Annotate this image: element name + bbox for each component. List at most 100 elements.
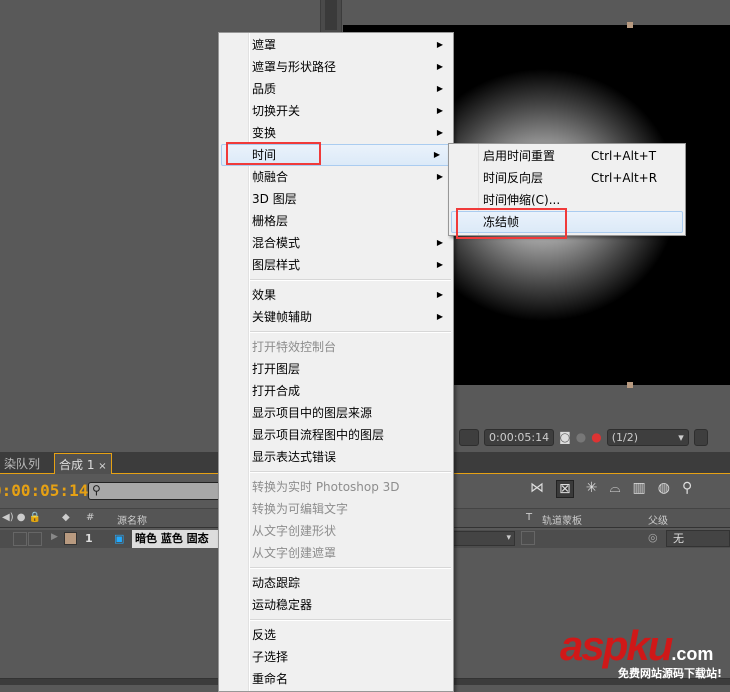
submenu-arrow-icon: ▶ — [436, 312, 443, 321]
label-tag-icon: ◆ — [62, 512, 70, 523]
menu-item[interactable]: 混合模式 ▶ — [219, 232, 453, 254]
menu-item-label: 3D 图层 — [252, 192, 297, 206]
menu-item[interactable]: 显示表达式错误 — [219, 446, 453, 468]
menu-item[interactable]: 帧融合 ▶ — [219, 166, 453, 188]
menu-item: 打开特效控制台 — [219, 336, 453, 358]
live-update-icon[interactable]: ⊠ — [556, 480, 574, 498]
menu-item[interactable]: 重命名 — [219, 668, 453, 690]
close-icon[interactable]: × — [98, 461, 106, 472]
menu-item[interactable]: 图层样式 ▶ — [219, 254, 453, 276]
menu-item[interactable]: 3D 图层 — [219, 188, 453, 210]
menu-item-label: 效果 — [252, 288, 277, 302]
menu-item[interactable]: 打开合成 — [219, 380, 453, 402]
menu-item-label: 重命名 — [252, 672, 289, 686]
menu-item[interactable]: 关键帧辅助 ▶ — [219, 306, 453, 328]
tab-label: 合成 1 — [59, 458, 95, 472]
viewer-timecode[interactable]: 0:00:05:14 — [484, 428, 555, 446]
hide-shy-icon[interactable]: ⌓ — [609, 480, 620, 498]
draft-3d-icon[interactable]: ✳ — [586, 480, 598, 498]
column-source-name[interactable]: 源名称 — [117, 512, 147, 527]
menu-item[interactable]: 运动稳定器 — [219, 594, 453, 616]
menu-item[interactable]: 显示项目中的图层来源 — [219, 402, 453, 424]
column-number[interactable]: # — [86, 512, 94, 523]
region-of-interest-icon[interactable] — [459, 428, 479, 446]
lock-checkbox[interactable] — [28, 532, 42, 546]
layer-search-input[interactable]: ⚲ — [88, 482, 228, 500]
resolution-value: (1/2) — [611, 430, 639, 444]
menu-item-label: 关键帧辅助 — [252, 310, 313, 324]
graph-editor-icon[interactable]: ⚲ — [682, 480, 692, 498]
menu-item-time-reverse-layer[interactable]: 时间反向层 Ctrl+Alt+R — [449, 167, 685, 189]
frame-blending-icon[interactable]: ▥ — [633, 480, 646, 498]
menu-item[interactable]: 反选 — [219, 624, 453, 646]
menu-item[interactable]: 子选择 — [219, 646, 453, 668]
menu-item[interactable]: 切换开关 ▶ — [219, 100, 453, 122]
search-icon: ⚲ — [92, 483, 101, 497]
menu-item[interactable]: 动态跟踪 — [219, 572, 453, 594]
menu-item-label: 转换为可编辑文字 — [252, 502, 349, 516]
submenu-arrow-icon: ▶ — [436, 106, 443, 115]
parent-select[interactable]: 无 — [666, 530, 730, 547]
shortcut: Ctrl+Alt+R — [591, 171, 658, 185]
timeline-switches: ⋈ ⊠ ✳ ⌓ ▥ ◍ ⚲ — [530, 480, 692, 498]
color-channels-icon[interactable]: ● — [591, 430, 601, 444]
menu-item-enable-time-remap[interactable]: 启用时间重置 Ctrl+Alt+T — [449, 145, 685, 167]
menu-item-label: 动态跟踪 — [252, 576, 301, 590]
submenu-arrow-icon: ▶ — [436, 238, 443, 247]
menu-separator — [219, 276, 453, 284]
comp-mini-flowchart-icon[interactable]: ⋈ — [530, 480, 544, 498]
menu-item[interactable]: 打开图层 — [219, 358, 453, 380]
show-snapshot-icon[interactable]: ● — [576, 430, 586, 444]
menu-item-label: 打开合成 — [252, 384, 301, 398]
menu-item[interactable]: 效果 ▶ — [219, 284, 453, 306]
menu-item-label: 图层样式 — [252, 258, 301, 272]
menu-item-label: 栅格层 — [252, 214, 289, 228]
menu-item-label: 启用时间重置 — [483, 149, 556, 163]
motion-blur-icon[interactable]: ◍ — [658, 480, 670, 498]
submenu-arrow-icon: ▶ — [436, 40, 443, 49]
submenu-arrow-icon: ▶ — [436, 128, 443, 137]
resolution-select[interactable]: (1/2) ▾ — [606, 428, 689, 446]
snapshot-icon[interactable]: ◙ — [559, 430, 571, 444]
menu-item-label: 显示项目流程图中的图层 — [252, 428, 385, 442]
menu-item[interactable]: 变换 ▶ — [219, 122, 453, 144]
pick-whip-icon[interactable]: ◎ — [648, 531, 658, 544]
submenu-arrow-icon: ▶ — [433, 150, 440, 159]
menu-item-label: 子选择 — [252, 650, 289, 664]
menu-item-label: 运动稳定器 — [252, 598, 313, 612]
layer-handle[interactable] — [627, 22, 633, 28]
menu-item-label: 遮罩 — [252, 38, 277, 52]
column-parent[interactable]: 父级 — [648, 512, 668, 527]
menu-item: 从文字创建遮罩 — [219, 542, 453, 564]
tab-render-queue[interactable]: 染队列 — [0, 453, 44, 474]
menu-item-label: 时间伸缩(C)... — [483, 193, 561, 207]
menu-item-label: 转换为实时 Photoshop 3D — [252, 480, 400, 494]
layer-name[interactable]: 暗色 蓝色 固态 — [132, 530, 222, 548]
layer-handle[interactable] — [627, 382, 633, 388]
menu-item-label: 变换 — [252, 126, 277, 140]
submenu-arrow-icon: ▶ — [436, 290, 443, 299]
menu-item-label: 混合模式 — [252, 236, 301, 250]
submenu-arrow-icon: ▶ — [436, 62, 443, 71]
label-color-swatch[interactable] — [64, 532, 77, 545]
menu-item-label: 时间反向层 — [483, 171, 544, 185]
menu-separator — [219, 468, 453, 476]
menu-item[interactable]: 遮罩与形状路径 ▶ — [219, 56, 453, 78]
solo-checkbox[interactable] — [13, 532, 27, 546]
expand-arrow-icon[interactable]: ▶ — [51, 532, 58, 542]
tab-comp-1[interactable]: 合成 1 × — [54, 453, 112, 474]
current-time[interactable]: 0:00:05:14 — [0, 481, 88, 500]
menu-item[interactable]: 栅格层 — [219, 210, 453, 232]
menu-item-label: 帧融合 — [252, 170, 289, 184]
column-track-matte[interactable]: 轨道蒙板 — [542, 512, 582, 527]
track-matte-checkbox[interactable] — [521, 531, 535, 545]
menu-item[interactable]: 遮罩 ▶ — [219, 34, 453, 56]
solid-layer-icon: ▣ — [114, 532, 125, 545]
fast-previews-icon[interactable] — [693, 428, 708, 446]
watermark-logo: aspku.com — [560, 622, 714, 669]
menu-item[interactable]: 品质 ▶ — [219, 78, 453, 100]
menu-item[interactable]: 显示项目流程图中的图层 — [219, 424, 453, 446]
menu-separator — [219, 616, 453, 624]
column-t[interactable]: T — [526, 512, 532, 523]
menu-item-label: 品质 — [252, 82, 277, 96]
